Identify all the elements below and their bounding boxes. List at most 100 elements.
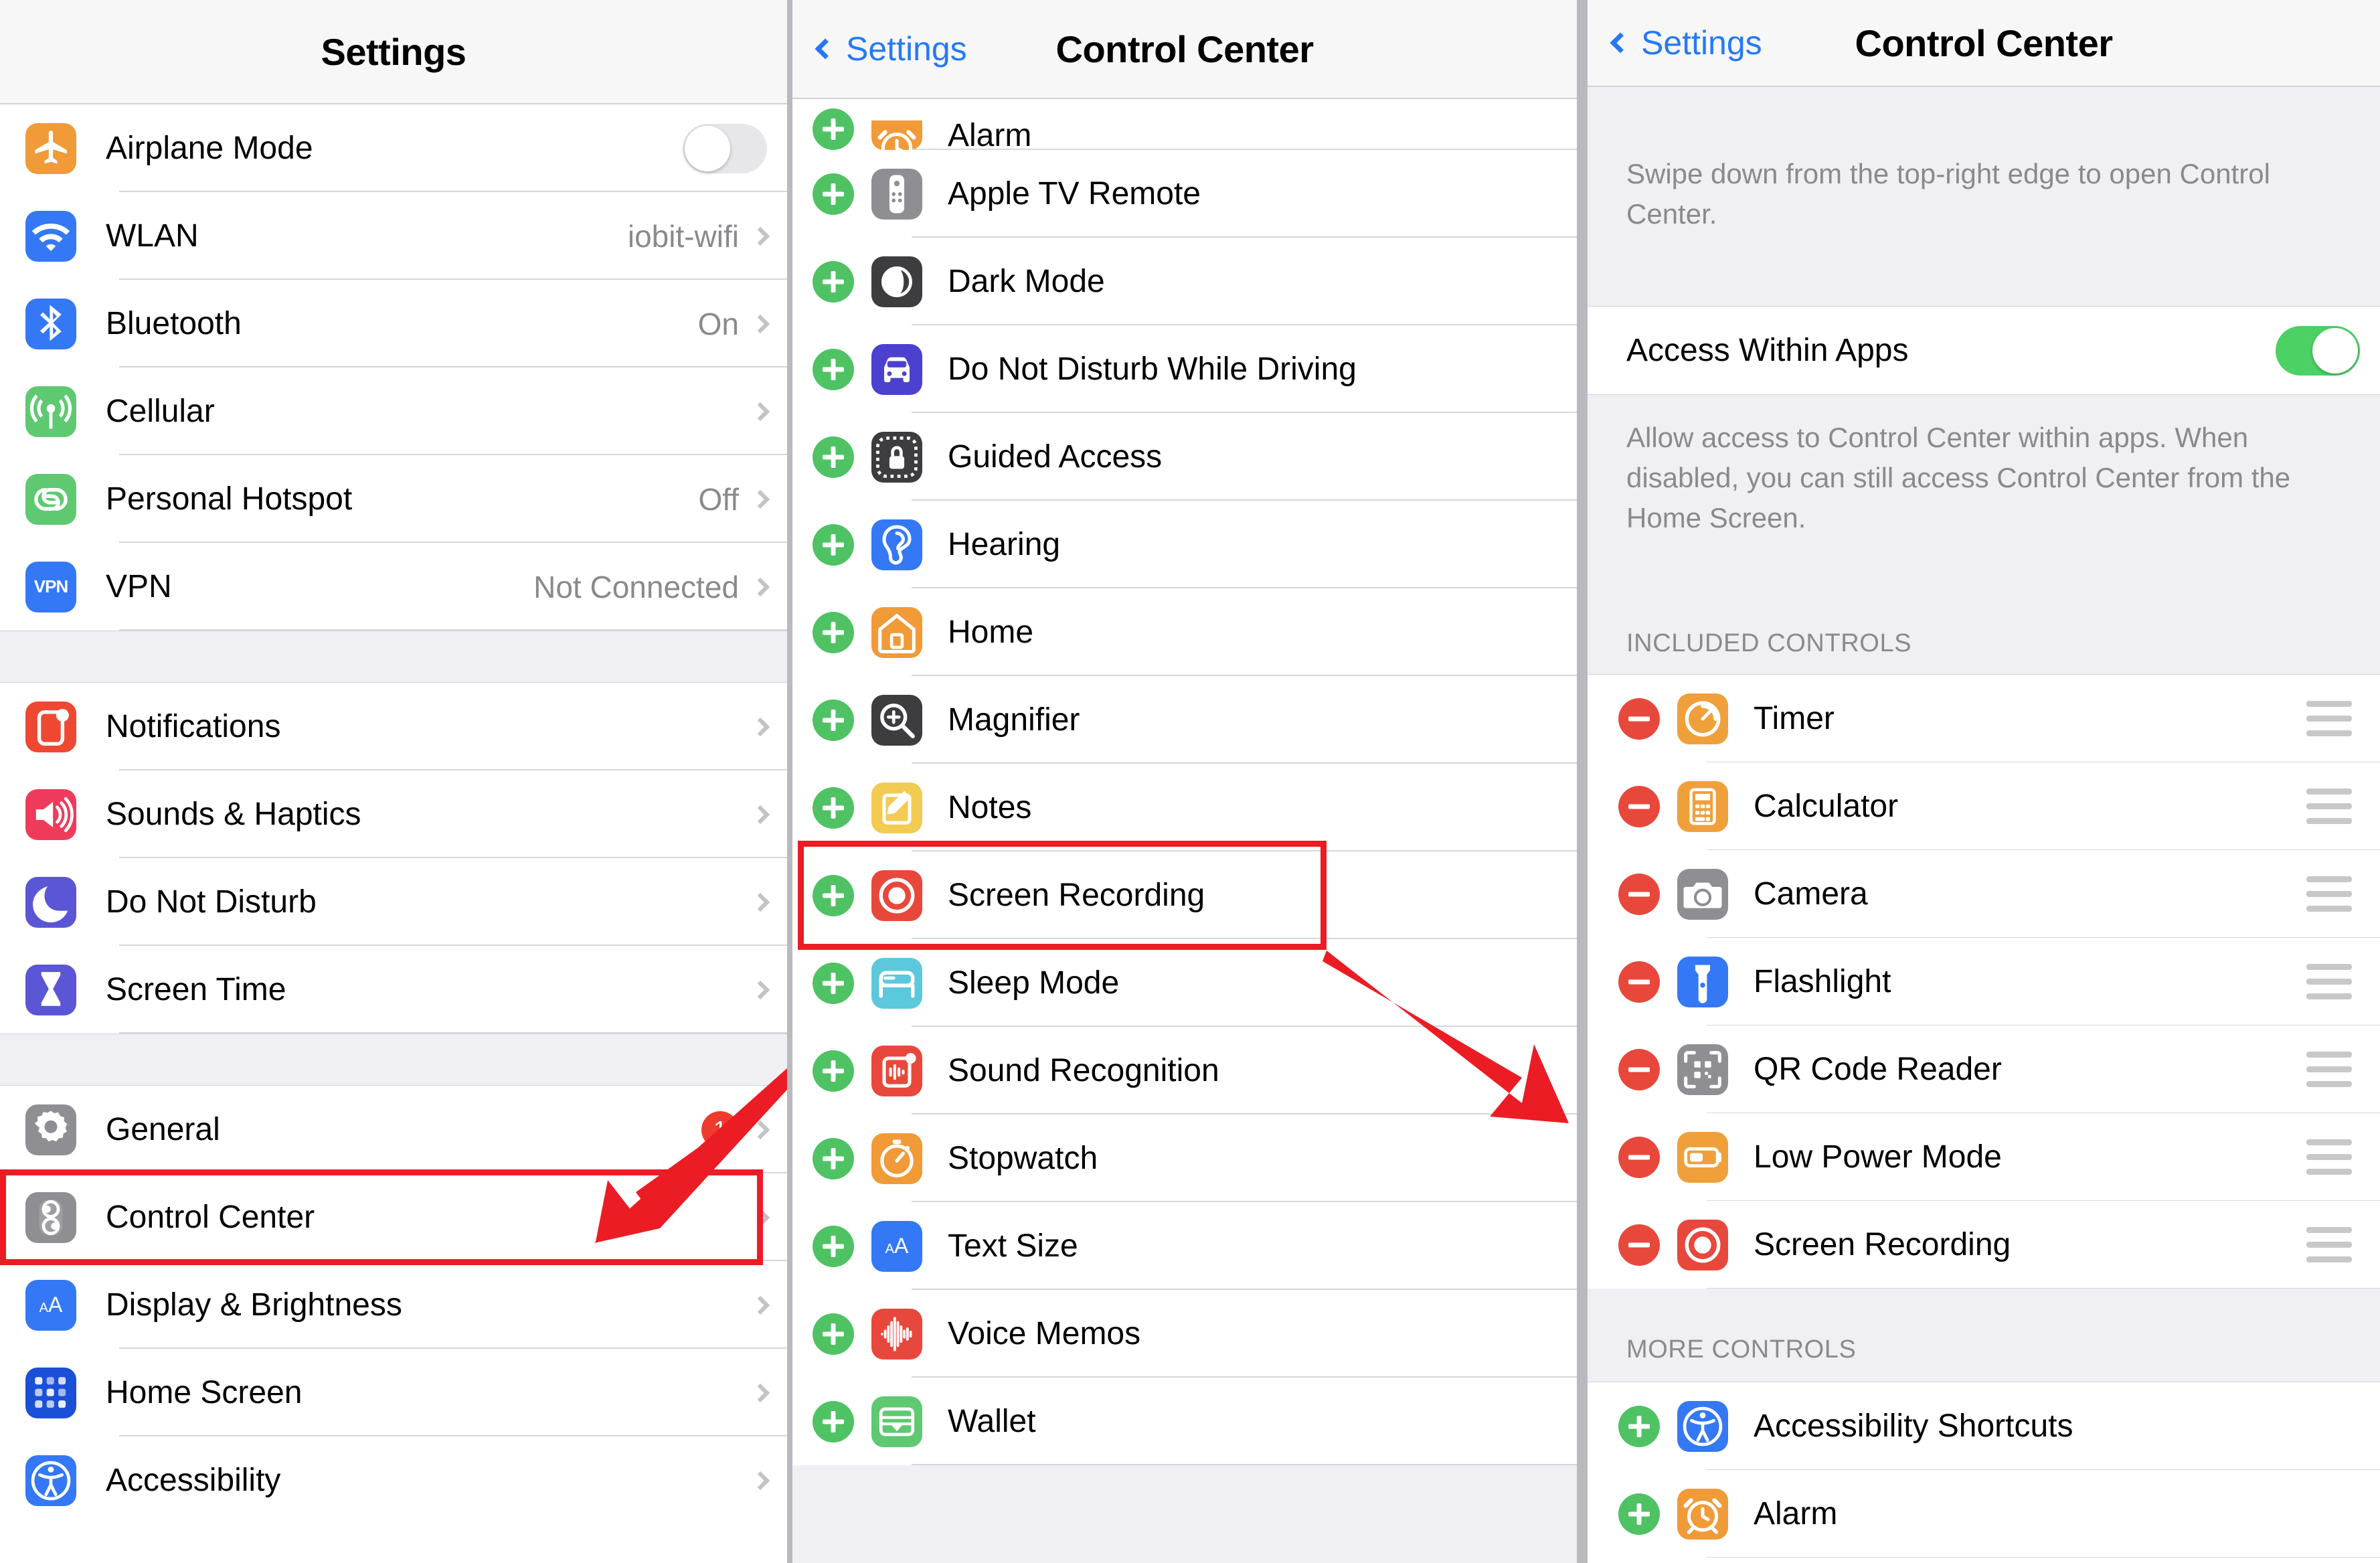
- included-control-low-power-mode[interactable]: Low Power Mode: [1588, 1113, 2380, 1202]
- row-label: Wallet: [948, 1404, 1036, 1439]
- row-label: VPN: [106, 569, 172, 604]
- home-screen-icon: [25, 1367, 76, 1418]
- remove-control-button[interactable]: [1618, 1048, 1660, 1090]
- included-control-flashlight[interactable]: Flashlight: [1588, 938, 2380, 1026]
- add-control-button[interactable]: [813, 1137, 854, 1179]
- airplane-mode-toggle[interactable]: [683, 123, 767, 173]
- remove-control-button[interactable]: [1618, 697, 1660, 740]
- settings-row-display-brightness[interactable]: AA Display & Brightness: [0, 1261, 787, 1349]
- control-row-voice-memos[interactable]: Voice Memos: [792, 1290, 1577, 1378]
- included-control-screen-recording[interactable]: Screen Recording: [1588, 1201, 2380, 1289]
- dark-mode-icon: [871, 256, 922, 307]
- control-row-sound-recognition[interactable]: Sound Recognition: [792, 1027, 1577, 1115]
- control-row-apple-tv-remote[interactable]: Apple TV Remote: [792, 150, 1577, 238]
- add-control-button[interactable]: [813, 523, 854, 566]
- row-separator: [912, 1464, 1577, 1465]
- settings-row-control-center[interactable]: Control Center: [0, 1173, 787, 1261]
- reorder-handle-icon[interactable]: [2306, 789, 2352, 825]
- add-control-button[interactable]: [813, 1050, 854, 1092]
- control-row-dark-mode[interactable]: Dark Mode: [792, 238, 1577, 325]
- chevron-right-icon: [750, 1295, 770, 1315]
- more-controls-list: Alarm Apple TV Remote Dark Mode Do Not Dist…: [792, 99, 1577, 1465]
- settings-list: Airplane Mode WLAN iobit-wifi Bluetooth On Ce…: [0, 104, 787, 1524]
- add-control-button[interactable]: [813, 108, 854, 150]
- add-control-button[interactable]: [813, 1400, 854, 1443]
- more-control-alarm[interactable]: Alarm: [1588, 1470, 2380, 1558]
- remove-control-button[interactable]: [1618, 1136, 1660, 1178]
- row-label: Do Not Disturb While Driving: [948, 351, 1357, 387]
- settings-row-notifications[interactable]: Notifications: [0, 683, 787, 770]
- add-control-button[interactable]: [813, 436, 854, 478]
- qr-code-icon: [1677, 1044, 1728, 1095]
- row-accessory: [750, 1471, 787, 1490]
- settings-row-cellular[interactable]: Cellular: [0, 367, 787, 455]
- settings-row-bluetooth[interactable]: Bluetooth On: [0, 280, 787, 367]
- settings-row-general[interactable]: General 1: [0, 1086, 787, 1173]
- settings-list-scroll[interactable]: Airplane Mode WLAN iobit-wifi Bluetooth On Ce…: [0, 104, 787, 1563]
- access-within-apps-toggle[interactable]: [2276, 325, 2360, 376]
- camera-icon: [1677, 868, 1728, 920]
- control-row-stopwatch[interactable]: Stopwatch: [792, 1115, 1577, 1202]
- control-row-text-size[interactable]: AA Text Size: [792, 1202, 1577, 1290]
- car-icon: [871, 343, 922, 395]
- reorder-handle-icon[interactable]: [2306, 1139, 2352, 1175]
- add-control-button[interactable]: [813, 611, 854, 653]
- control-row-wallet[interactable]: Wallet: [792, 1378, 1577, 1465]
- add-control-button[interactable]: [813, 874, 854, 916]
- more-control-accessibility-shortcuts[interactable]: Accessibility Shortcuts: [1588, 1382, 2380, 1471]
- control-row-alarm[interactable]: Alarm: [792, 99, 1577, 153]
- chevron-right-icon: [750, 489, 770, 509]
- row-label: Notifications: [106, 709, 281, 744]
- settings-row-sounds-haptics[interactable]: Sounds & Haptics: [0, 770, 787, 858]
- add-control-button[interactable]: [813, 699, 854, 741]
- control-row-hearing[interactable]: Hearing: [792, 501, 1577, 588]
- add-control-button[interactable]: [813, 1313, 854, 1355]
- control-center-scroll[interactable]: Swipe down from the top-right edge to op…: [1588, 87, 2380, 1563]
- add-control-button[interactable]: [1618, 1493, 1660, 1535]
- add-control-button[interactable]: [813, 962, 854, 1004]
- control-row-screen-recording[interactable]: Screen Recording: [792, 851, 1577, 939]
- control-row-notes[interactable]: Notes: [792, 764, 1577, 851]
- included-control-camera[interactable]: Camera: [1588, 850, 2380, 938]
- settings-row-wlan[interactable]: WLAN iobit-wifi: [0, 192, 787, 280]
- reorder-handle-icon[interactable]: [2306, 701, 2352, 737]
- included-control-calculator[interactable]: Calculator: [1588, 762, 2380, 851]
- control-row-sleep-mode[interactable]: Sleep Mode: [792, 939, 1577, 1027]
- included-control-timer[interactable]: Timer: [1588, 675, 2380, 763]
- reorder-handle-icon[interactable]: [2306, 1052, 2352, 1088]
- control-row-home[interactable]: Home: [792, 588, 1577, 676]
- remove-control-button[interactable]: [1618, 961, 1660, 1003]
- settings-row-do-not-disturb[interactable]: Do Not Disturb: [0, 858, 787, 946]
- reorder-handle-icon[interactable]: [2306, 1227, 2352, 1263]
- row-value: Not Connected: [533, 569, 739, 604]
- row-label: Sounds & Haptics: [106, 797, 361, 832]
- settings-row-airplane-mode[interactable]: Airplane Mode: [0, 104, 787, 192]
- add-control-button[interactable]: [813, 173, 854, 215]
- add-control-button[interactable]: [813, 1225, 854, 1267]
- reorder-handle-icon[interactable]: [2306, 876, 2352, 912]
- moon-icon: [25, 876, 76, 928]
- chevron-right-icon: [750, 1471, 770, 1490]
- remove-control-button[interactable]: [1618, 785, 1660, 827]
- remove-control-button[interactable]: [1618, 1224, 1660, 1266]
- back-button-2[interactable]: Settings: [1610, 23, 1762, 62]
- control-row-magnifier[interactable]: Magnifier: [792, 676, 1577, 764]
- back-button[interactable]: Settings: [815, 29, 967, 68]
- add-control-button[interactable]: [1618, 1405, 1660, 1447]
- control-row-do-not-disturb-while-driving[interactable]: Do Not Disturb While Driving: [792, 325, 1577, 413]
- add-control-button[interactable]: [813, 348, 854, 390]
- settings-row-personal-hotspot[interactable]: Personal Hotspot Off: [0, 455, 787, 543]
- settings-row-screen-time[interactable]: Screen Time: [0, 946, 787, 1034]
- row-label: Home Screen: [106, 1375, 303, 1410]
- settings-row-accessibility[interactable]: Accessibility: [0, 1436, 787, 1524]
- add-control-button[interactable]: [813, 787, 854, 829]
- access-within-apps-row[interactable]: Access Within Apps: [1588, 307, 2380, 395]
- reorder-handle-icon[interactable]: [2306, 964, 2352, 1000]
- remove-control-button[interactable]: [1618, 873, 1660, 915]
- included-control-qr-code-reader[interactable]: QR Code Reader: [1588, 1025, 2380, 1114]
- settings-row-home-screen[interactable]: Home Screen: [0, 1349, 787, 1436]
- add-control-button[interactable]: [813, 260, 854, 303]
- settings-row-vpn[interactable]: VPN VPN Not Connected: [0, 543, 787, 631]
- control-row-guided-access[interactable]: Guided Access: [792, 413, 1577, 501]
- controls-list-scroll[interactable]: Alarm Apple TV Remote Dark Mode Do Not Dist…: [792, 99, 1577, 1563]
